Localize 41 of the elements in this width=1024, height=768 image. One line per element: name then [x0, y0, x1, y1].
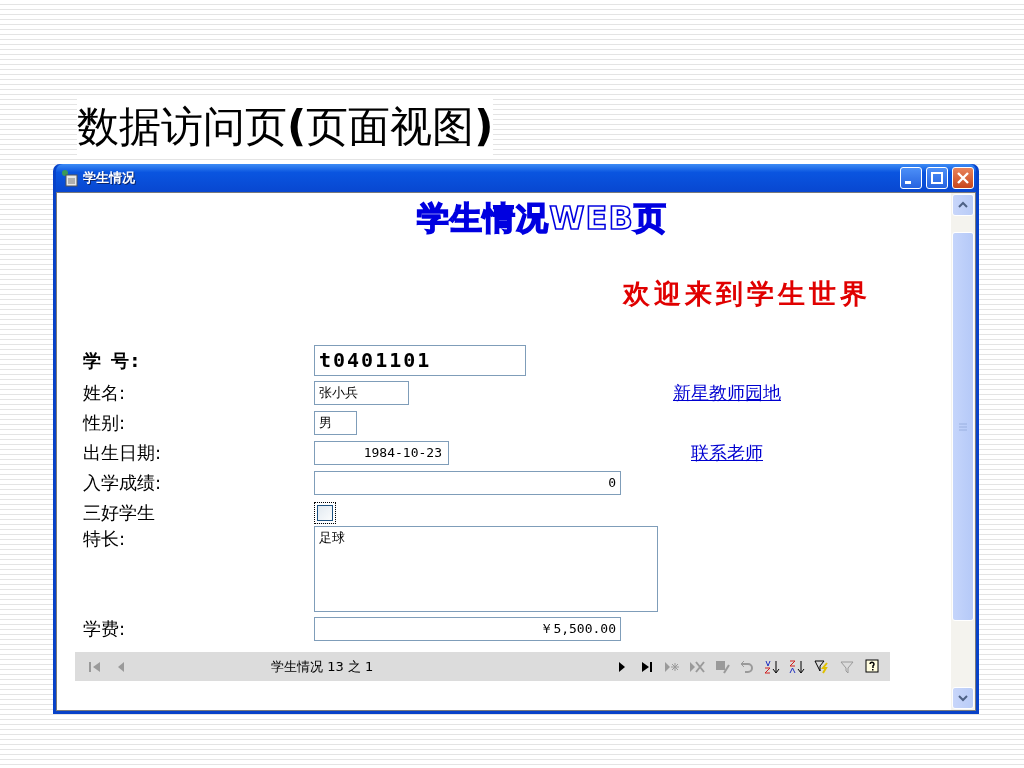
maximize-button[interactable] — [926, 167, 948, 189]
hyperlink[interactable]: 新星教师园地 — [673, 381, 781, 405]
input-field[interactable]: 张小兵 — [314, 381, 409, 405]
scroll-up-button[interactable] — [952, 194, 974, 216]
close-button[interactable] — [952, 167, 974, 189]
checkbox[interactable] — [314, 502, 336, 524]
maximize-icon — [931, 172, 943, 184]
scroll-thumb[interactable] — [952, 232, 974, 621]
scrollbar[interactable] — [951, 193, 975, 710]
page-heading: 学生情况WEB页 — [417, 199, 667, 237]
input-field[interactable]: t0401101 — [314, 345, 526, 376]
field-label: 性别: — [83, 411, 126, 435]
sort-descending-icon[interactable] — [789, 658, 805, 675]
scroll-down-button[interactable] — [952, 687, 974, 709]
field-label: 出生日期: — [83, 441, 162, 465]
field-label: 学费: — [83, 617, 126, 641]
minimize-button[interactable] — [900, 167, 922, 189]
field-label: 特长: — [83, 527, 126, 551]
field-label: 三好学生 — [83, 501, 155, 525]
hyperlink[interactable]: 联系老师 — [691, 441, 763, 465]
page-icon — [61, 169, 79, 187]
sort-ascending-icon[interactable] — [764, 658, 780, 675]
up-caret-icon — [958, 201, 968, 209]
minimize-icon — [905, 180, 911, 184]
filter-lightning-icon[interactable] — [814, 658, 830, 675]
field-label: 入学成绩: — [83, 471, 162, 495]
grip-icon — [959, 422, 967, 431]
date-field[interactable]: 1984-10-23 — [314, 441, 449, 465]
text-area[interactable]: 足球 — [314, 526, 658, 612]
window-title: 学生情况 — [83, 169, 135, 187]
help-icon[interactable] — [864, 658, 880, 675]
input-field[interactable]: 0 — [314, 471, 621, 495]
record-counter: 学生情况 13 之 1 — [271, 657, 374, 676]
welcome-text: 欢迎来到学生世界 — [623, 277, 871, 311]
down-caret-icon — [958, 694, 968, 702]
field-label: 学 号: — [83, 348, 141, 373]
input-field[interactable]: 男 — [314, 411, 357, 435]
input-field[interactable]: ￥5,500.00 — [314, 617, 621, 641]
slide-title: 数据访问页(页面视图) — [77, 96, 494, 158]
field-label: 姓名: — [83, 381, 126, 405]
close-icon — [957, 172, 969, 184]
